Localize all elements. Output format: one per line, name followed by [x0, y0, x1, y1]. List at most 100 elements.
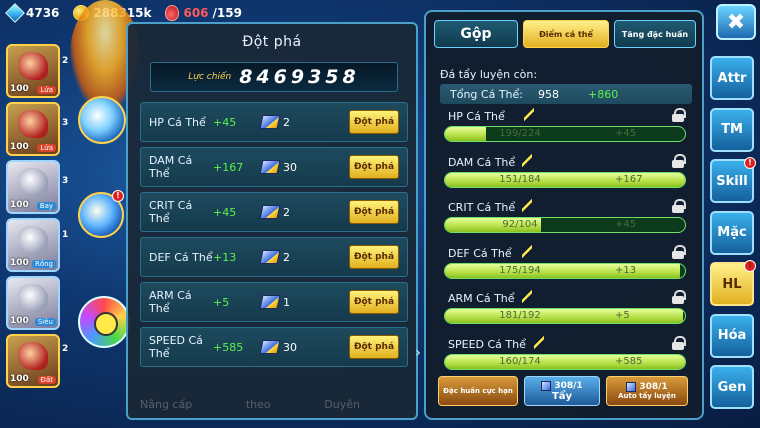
roster-badge: 3	[62, 176, 69, 186]
stat-value: 160/174	[499, 355, 541, 367]
stat-arm: ARM Cá Thể 181/192 +5	[440, 290, 692, 336]
alert-badge: !	[744, 157, 756, 169]
lock-icon[interactable]	[672, 153, 686, 168]
alert-badge: !	[112, 190, 124, 202]
alert-badge: !	[744, 260, 756, 272]
stat-plus: +167	[615, 173, 643, 185]
wash-button[interactable]: 308/1 Tẩy	[524, 376, 600, 406]
character-art	[18, 342, 48, 370]
breakthrough-button[interactable]: Đột phá	[349, 245, 399, 269]
nav-hoa[interactable]: Hóa	[710, 313, 754, 358]
pokedex-orb-button[interactable]	[78, 296, 130, 348]
character-art	[18, 110, 48, 138]
stat-name: DEF Cá Thể	[448, 246, 512, 260]
stat-bonus: +13	[213, 250, 237, 264]
roster-slot-4[interactable]: 100 Rồng	[6, 218, 60, 272]
bolt-icon	[524, 108, 534, 122]
stat-name: ARM Cá Thể	[149, 289, 192, 315]
nav-attr[interactable]: Attr	[710, 56, 754, 100]
lock-icon[interactable]	[672, 335, 686, 350]
nav-equip[interactable]: Mặc	[710, 210, 754, 255]
potion-icon	[165, 5, 180, 21]
stat-name: CRIT Cá Thể	[149, 199, 193, 225]
tab-individual-points[interactable]: Điểm cá thể	[523, 20, 609, 48]
tab-merge[interactable]: Gộp	[434, 20, 518, 48]
lock-icon[interactable]	[672, 290, 686, 305]
nav-gen[interactable]: Gen	[710, 365, 754, 409]
stat-name: ARM Cá Thể	[448, 292, 515, 306]
training-tabs: Gộp Điểm cá thể Tăng đặc huấn	[434, 20, 696, 48]
stat-track: 151/184 +167	[444, 171, 686, 188]
stat-plus: +13	[615, 264, 637, 276]
lock-icon[interactable]	[672, 199, 686, 214]
character-art	[18, 284, 48, 312]
training-panel: Gộp Điểm cá thể Tăng đặc huấn Đá tẩy luy…	[424, 10, 704, 420]
breakthrough-row-def: DEF Cá Thể +13 2 Đột phá	[140, 237, 408, 277]
breakthrough-list: HP Cá Thể +45 2 Đột phá DAM Cá Thể +167 …	[140, 102, 408, 372]
stat-value: 199/224	[499, 128, 541, 139]
roster-slot-2[interactable]: 100 Lửa	[6, 102, 60, 156]
nav-hl[interactable]: HL!	[710, 260, 756, 306]
bag-orb-button[interactable]: !	[78, 190, 124, 238]
stat-plus: +5	[615, 310, 630, 322]
stat-def: DEF Cá Thể 175/194 +13	[440, 244, 692, 291]
roster-slot-3[interactable]: 100 Bay	[6, 160, 60, 214]
bolt-icon	[534, 335, 544, 350]
roster-slot-6[interactable]: 100 Đất	[6, 334, 60, 388]
roster-slot-5[interactable]: 100 Siêu	[6, 276, 60, 330]
nav-tm[interactable]: TM	[710, 107, 754, 152]
total-row: Tổng Cá Thể: 958 +860	[440, 84, 692, 104]
special-training-button[interactable]: Đặc huấn cực hạn	[438, 376, 518, 406]
stat-name: HP Cá Thể	[149, 115, 206, 129]
stat-track: 181/192 +5	[444, 308, 686, 325]
roster-slot-1[interactable]: 100 Lửa	[6, 44, 60, 98]
breakthrough-button[interactable]: Đột phá	[349, 335, 399, 359]
stat-track: 199/224 +45	[444, 126, 686, 142]
stone-qty: 1	[283, 295, 290, 309]
auto-wash-button[interactable]: 308/1 Auto tẩy luyện	[606, 376, 688, 406]
total-label: Tổng Cá Thể:	[450, 87, 523, 101]
stat-name: CRIT Cá Thể	[448, 201, 516, 215]
stone-qty: 30	[283, 340, 297, 354]
tab-special-training[interactable]: Tăng đặc huấn	[614, 20, 696, 48]
evolve-orb-button[interactable]	[78, 96, 126, 144]
combat-power-box: Lực chiến 8469358	[150, 62, 398, 92]
stat-bonus: +45	[213, 205, 237, 219]
stat-plus: +45	[615, 219, 637, 231]
stone-icon	[626, 382, 637, 392]
stone-icon	[259, 115, 281, 129]
breakthrough-button[interactable]: Đột phá	[349, 110, 399, 134]
breakthrough-row-hp: HP Cá Thể +45 2 Đột phá	[140, 102, 408, 142]
lock-icon[interactable]	[672, 244, 686, 259]
stat-name: DAM Cá Thể	[149, 154, 193, 180]
stat-bonus: +167	[213, 160, 244, 174]
stat-value: 92/104	[502, 219, 538, 231]
breakthrough-button[interactable]: Đột phá	[349, 290, 399, 314]
close-button[interactable]: ✖	[716, 4, 756, 40]
bolt-icon	[522, 290, 532, 305]
chevron-right-icon[interactable]: ›	[412, 344, 424, 362]
roster-badge: 2	[62, 56, 69, 66]
stat-name: HP Cá Thể	[448, 110, 505, 123]
stat-track: 92/104 +45	[444, 217, 686, 234]
auto-wash-label: Auto tẩy luyện	[618, 392, 676, 400]
stat-name: DEF Cá Thể	[149, 250, 213, 264]
stat-value: 175/194	[499, 264, 541, 276]
lock-icon[interactable]	[672, 108, 686, 122]
stat-plus: +45	[615, 128, 637, 139]
combat-power-label: Lực chiến	[188, 72, 232, 82]
stat-track: 175/194 +13	[444, 262, 686, 279]
roster-badge: 2	[62, 344, 69, 354]
bolt-icon	[522, 153, 532, 168]
stamina-max: /159	[212, 6, 242, 20]
stat-bonus: +5	[213, 295, 230, 309]
total-value: 958	[538, 87, 559, 101]
breakthrough-row-arm: ARM Cá Thể +5 1 Đột phá	[140, 282, 408, 322]
breakthrough-row-speed: SPEED Cá Thể +585 30 Đột phá	[140, 327, 408, 367]
breakthrough-button[interactable]: Đột phá	[349, 200, 399, 224]
stone-icon	[259, 250, 281, 264]
stone-qty: 30	[283, 160, 297, 174]
breakthrough-button[interactable]: Đột phá	[349, 155, 399, 179]
stat-hp: HP Cá Thể 199/224 +45	[440, 108, 692, 154]
nav-skill[interactable]: Skill!	[710, 157, 756, 203]
